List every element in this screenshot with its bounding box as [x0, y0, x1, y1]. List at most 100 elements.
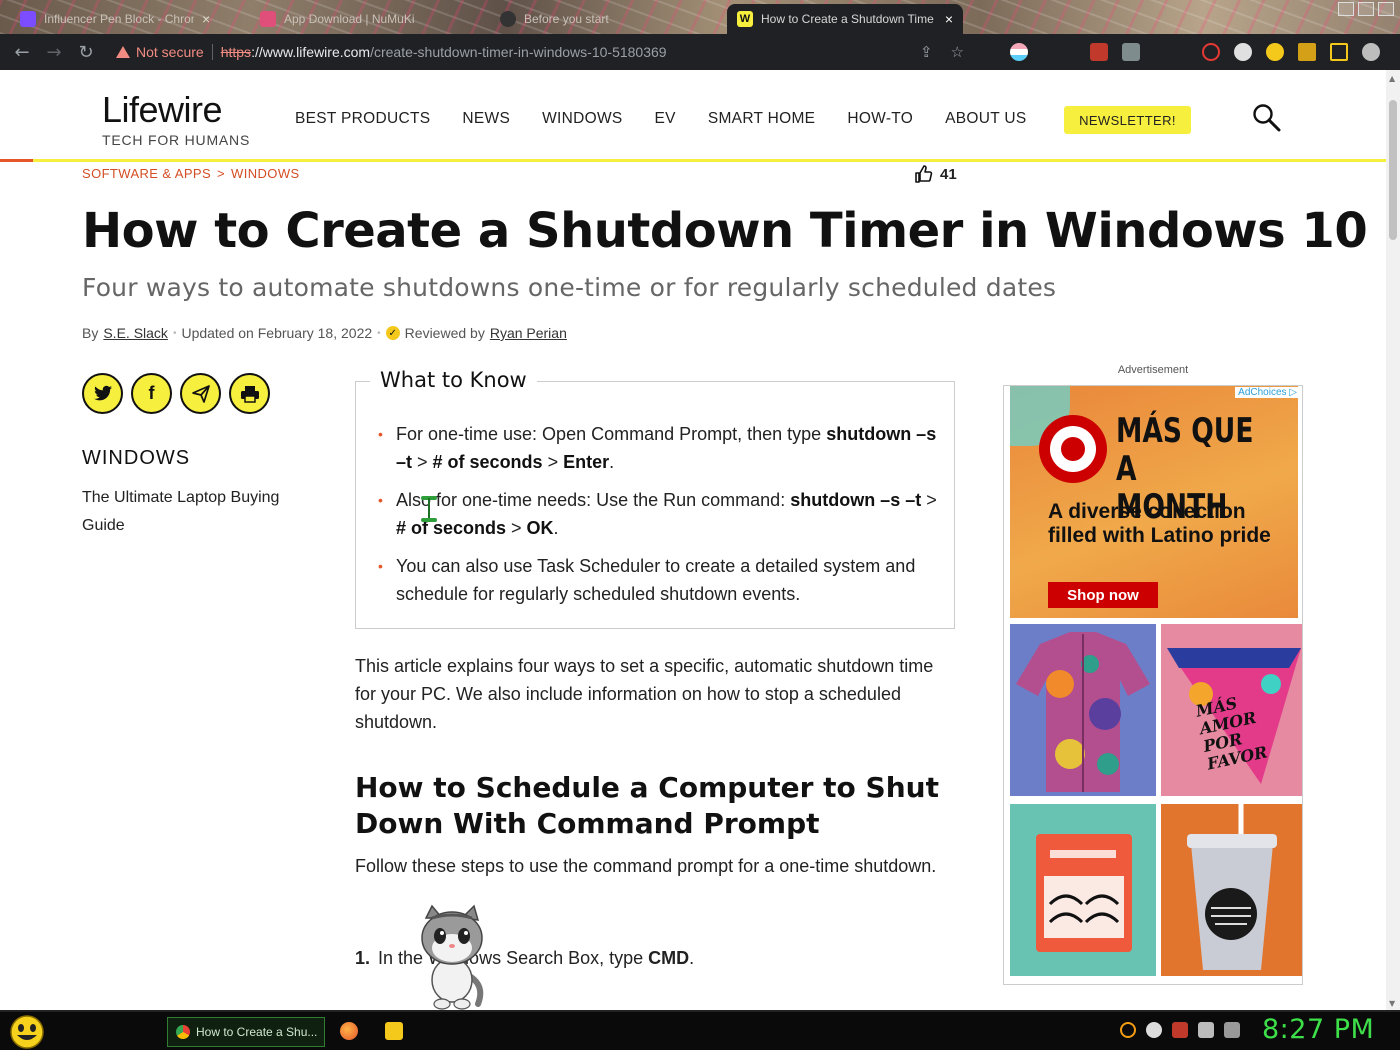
ad-product-lashes[interactable]	[1010, 804, 1156, 976]
nav-smart-home[interactable]: SMART HOME	[708, 110, 816, 128]
reload-icon[interactable]: ↻	[70, 42, 102, 63]
ad-hero[interactable]: MÁS QUE A MONTH A diverse collection fil…	[1010, 386, 1298, 618]
share-icon[interactable]: ⇪	[920, 43, 933, 61]
breadcrumb-windows[interactable]: WINDOWS	[231, 166, 300, 181]
bookmark-star-icon[interactable]: ☆	[951, 43, 964, 61]
ad-product-shirt[interactable]	[1010, 624, 1156, 796]
tab-active[interactable]: W How to Create a Shutdown Time ×	[727, 4, 963, 34]
nav-how-to[interactable]: HOW-TO	[847, 110, 913, 128]
tray-flag-icon[interactable]	[1172, 1022, 1188, 1038]
ad-label: Advertisement	[1117, 364, 1189, 376]
twitter-share-button[interactable]	[82, 373, 123, 414]
browser-tabstrip: Influencer Pen Block - Chrome × App Down…	[0, 0, 1400, 34]
scroll-down-icon[interactable]: ▼	[1389, 999, 1395, 1008]
tab-favicon-icon	[20, 11, 36, 27]
security-indicator[interactable]: Not secure	[116, 44, 204, 60]
item-text: .	[553, 518, 559, 538]
section-heading: How to Schedule a Computer to Shut Down …	[355, 771, 939, 840]
scrollbar-thumb[interactable]	[1389, 100, 1397, 240]
logo-tagline: TECH FOR HUMANS	[102, 132, 251, 148]
start-button-smiley-icon[interactable]	[8, 1014, 46, 1050]
nav-about-us[interactable]: ABOUT US	[945, 110, 1026, 128]
profile-avatar-icon[interactable]	[1362, 42, 1380, 61]
breadcrumb: SOFTWARE & APPS > WINDOWS	[82, 166, 300, 181]
minimize-icon[interactable]	[1338, 2, 1354, 16]
close-icon[interactable]: ×	[202, 11, 210, 27]
divider	[211, 44, 213, 60]
text-cursor-icon	[421, 496, 437, 522]
search-icon[interactable]	[1252, 103, 1282, 133]
newsletter-button[interactable]: NEWSLETTER!	[1064, 106, 1191, 134]
author-link[interactable]: S.E. Slack	[103, 325, 168, 341]
reviewer-link[interactable]: Ryan Perian	[490, 325, 567, 341]
firefox-icon[interactable]	[340, 1022, 358, 1040]
folder-icon[interactable]	[385, 1022, 403, 1040]
sidebar-heading: WINDOWS	[82, 447, 191, 469]
tray-search-icon[interactable]	[1120, 1022, 1136, 1038]
puzzle-icon[interactable]	[1298, 42, 1316, 61]
sidepanel-icon[interactable]	[1330, 42, 1348, 61]
ad-banner[interactable]: AdChoices ▷ MÁS QUE A MONTH A diverse co…	[1003, 385, 1303, 985]
main-nav: BEST PRODUCTS NEWS WINDOWS EV SMART HOME…	[295, 110, 1027, 128]
page-scrollbar[interactable]: ▲ ▼	[1386, 70, 1400, 1010]
system-clock[interactable]: 8:27 PM	[1262, 1014, 1374, 1045]
like-count: 41	[940, 165, 957, 183]
site-logo[interactable]: Lifewire TECH FOR HUMANS	[102, 92, 251, 149]
nav-best-products[interactable]: BEST PRODUCTS	[295, 110, 430, 128]
extension-grid-icon[interactable]	[1122, 42, 1140, 61]
tab-1[interactable]: Influencer Pen Block - Chrome ×	[10, 4, 220, 34]
tumbler-image	[1187, 804, 1277, 970]
lashes-package-image	[1036, 834, 1132, 952]
shop-now-button[interactable]: Shop now	[1048, 582, 1158, 608]
extension-circle-icon[interactable]	[1234, 42, 1252, 61]
scroll-up-icon[interactable]: ▲	[1389, 74, 1395, 83]
breadcrumb-software-apps[interactable]: SOFTWARE & APPS	[82, 166, 211, 181]
back-arrow-icon[interactable]: ←	[6, 42, 38, 63]
list-item: For one-time use: Open Command Prompt, t…	[378, 420, 938, 476]
adchoices-link[interactable]: AdChoices ▷	[1235, 387, 1300, 398]
block-icon[interactable]	[1202, 42, 1220, 61]
nav-windows[interactable]: WINDOWS	[542, 110, 622, 128]
tray-messenger-icon[interactable]	[1146, 1022, 1162, 1038]
tab-title: Before you start	[524, 12, 609, 26]
tab-3[interactable]: Before you start	[490, 4, 684, 34]
window-controls	[1338, 2, 1394, 16]
desktop-pet-cat-icon[interactable]	[414, 904, 492, 1010]
taskbar: How to Create a Shu... 8:27 PM	[0, 1010, 1400, 1050]
email-share-button[interactable]	[180, 373, 221, 414]
address-bar[interactable]: Not secure https://www.lifewire.com/crea…	[104, 38, 974, 66]
reviewed-check-icon: ✓	[385, 326, 400, 340]
menu-dots-icon[interactable]: ⋮	[1394, 42, 1400, 61]
tray-network-icon[interactable]	[1198, 1022, 1214, 1038]
target-logo-icon	[1039, 415, 1107, 483]
article-subtitle: Four ways to automate shutdowns one-time…	[82, 273, 1057, 302]
tray-volume-icon[interactable]	[1224, 1022, 1240, 1038]
item-text: >	[542, 452, 564, 472]
maximize-icon[interactable]	[1358, 2, 1374, 16]
what-to-know-title: What to Know	[370, 368, 537, 392]
adchoices-icon: ▷	[1289, 387, 1297, 398]
forward-arrow-icon[interactable]: →	[38, 42, 70, 63]
step-bold: CMD	[648, 948, 690, 968]
taskbar-chrome-window[interactable]: How to Create a Shu...	[167, 1017, 325, 1047]
lifewire-favicon-icon: W	[737, 11, 753, 27]
tab-2[interactable]: App Download | NuMuKi	[250, 4, 444, 34]
task-label: How to Create a Shu...	[196, 1025, 318, 1039]
ad-product-bandana[interactable]: MÁS AMOR POR FAVOR	[1161, 624, 1302, 796]
list-item: You can also use Task Scheduler to creat…	[378, 552, 938, 608]
like-counter[interactable]: 41	[914, 164, 957, 184]
page-title: How to Create a Shutdown Timer in Window…	[82, 203, 1368, 259]
url-text[interactable]: https://www.lifewire.com/create-shutdown…	[221, 44, 667, 60]
extension-dice-icon[interactable]	[1090, 42, 1108, 61]
extension-flag-icon[interactable]	[1010, 42, 1028, 61]
facebook-share-button[interactable]: f	[131, 373, 172, 414]
site-header: Lifewire TECH FOR HUMANS BEST PRODUCTS N…	[0, 70, 1386, 162]
close-window-icon[interactable]	[1378, 2, 1394, 16]
nav-ev[interactable]: EV	[655, 110, 676, 128]
extension-glasses-icon[interactable]	[1266, 42, 1284, 61]
close-icon[interactable]: ×	[945, 11, 953, 27]
nav-news[interactable]: NEWS	[462, 110, 510, 128]
sidebar-link[interactable]: The Ultimate Laptop Buying Guide	[82, 484, 312, 540]
ad-product-tumbler[interactable]	[1161, 804, 1302, 976]
print-button[interactable]	[229, 373, 270, 414]
